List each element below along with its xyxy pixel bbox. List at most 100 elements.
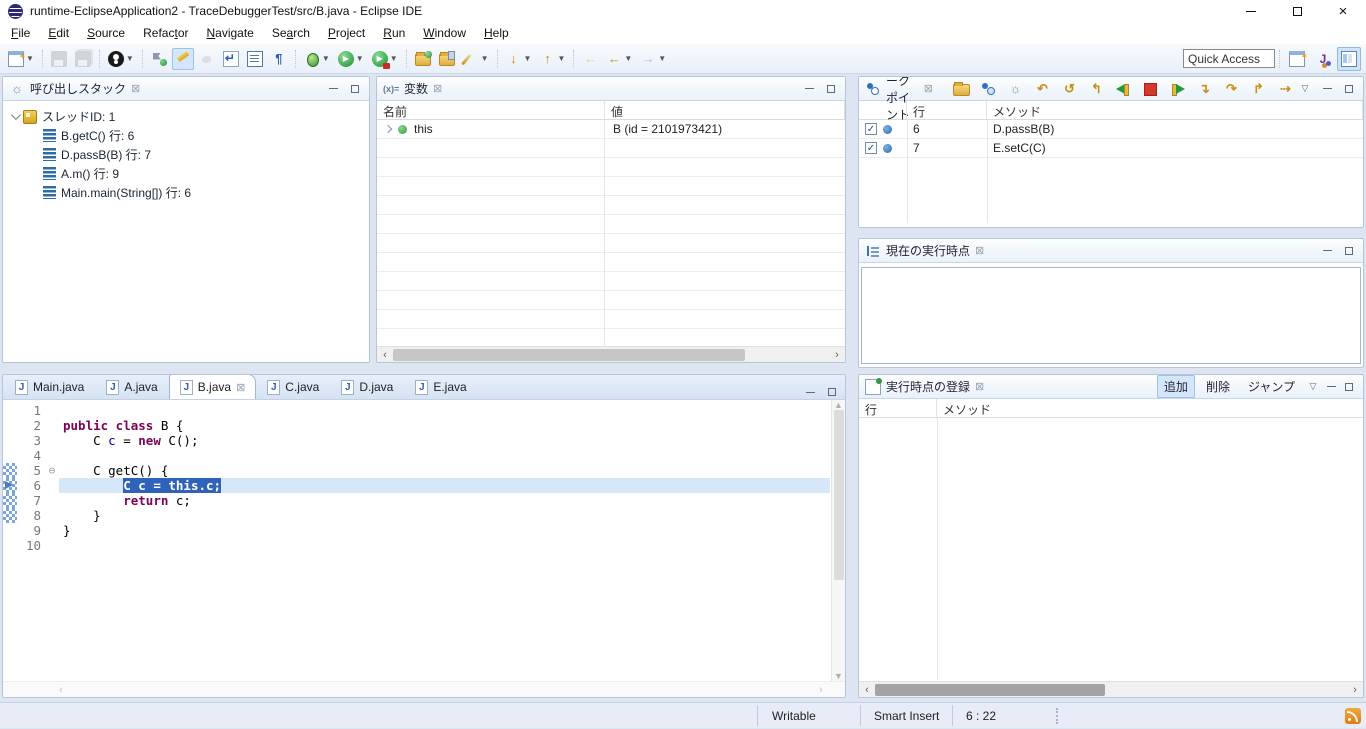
line-number[interactable]: 4 [17, 448, 45, 463]
dropdown-arrow-icon[interactable]: ▼ [26, 54, 34, 63]
code-editor[interactable]: 12public class B {3 C c = new C();45⊖ C … [3, 403, 830, 553]
annotation-ruler[interactable] [3, 403, 17, 418]
minimize-panel-button[interactable] [326, 82, 340, 96]
variables-hscrollbar[interactable]: ‹ › [377, 346, 845, 362]
step-back-over-button[interactable]: ↺ [1058, 78, 1081, 100]
line-number[interactable]: 9 [17, 523, 45, 538]
minimize-panel-button[interactable] [1320, 244, 1334, 258]
chevron-right-icon[interactable] [384, 125, 392, 133]
menu-source[interactable]: Source [78, 23, 134, 43]
current-point-tab[interactable]: 現在の実行時点 ⊠ [865, 239, 990, 263]
debug-button[interactable]: ▼ [301, 48, 333, 70]
column-header-method[interactable]: メソッド [987, 101, 1363, 119]
menu-navigate[interactable]: Navigate [197, 23, 262, 43]
annotation-ruler[interactable] [3, 493, 17, 508]
user-button[interactable]: ▼ [105, 48, 137, 70]
line-number[interactable]: 8 [17, 508, 45, 523]
close-icon[interactable]: ⊠ [975, 380, 984, 393]
forward-button[interactable]: →▼ [637, 48, 669, 70]
menu-project[interactable]: Project [319, 23, 374, 43]
open-resource-button[interactable] [436, 48, 458, 70]
dropdown-arrow-icon[interactable]: ▼ [524, 54, 532, 63]
save-button[interactable] [48, 48, 70, 70]
code-line[interactable]: 3 C c = new C(); [3, 433, 830, 448]
editor-hscrollbar[interactable]: ‹ › [3, 681, 845, 697]
variable-row[interactable]: thisB (id = 2101973421) [377, 120, 845, 139]
code-line[interactable]: 9} [3, 523, 830, 538]
line-number[interactable]: 10 [17, 538, 45, 553]
resume-forward-button[interactable] [1166, 78, 1189, 100]
line-number[interactable]: 5 [17, 463, 45, 478]
editor-tab[interactable]: J Main.java [4, 374, 95, 399]
step-back-return-button[interactable]: ↰ [1085, 78, 1108, 100]
editor-tab[interactable]: J D.java [330, 374, 404, 399]
line-number[interactable]: 1 [17, 403, 45, 418]
open-perspective-button[interactable] [1285, 47, 1309, 71]
editor-tab[interactable]: J A.java [95, 374, 168, 399]
view-menu-icon[interactable]: ▽ [1306, 380, 1320, 394]
menu-help[interactable]: Help [475, 23, 518, 43]
menu-refactor[interactable]: Refactor [134, 23, 197, 43]
minimize-panel-button[interactable] [1324, 380, 1338, 394]
trace-flag-button[interactable] [148, 48, 170, 70]
stack-frame-row[interactable]: B.getC() 行: 6 [3, 126, 369, 145]
code-line[interactable]: 5⊖ C getC() { [3, 463, 830, 478]
back-button[interactable]: ←▼ [603, 48, 635, 70]
dropdown-arrow-icon[interactable]: ▼ [557, 54, 565, 63]
statusbar-drag-handle[interactable] [1056, 708, 1059, 724]
dropdown-arrow-icon[interactable]: ▼ [126, 54, 134, 63]
minimize-panel-button[interactable] [802, 82, 816, 96]
quick-access-input[interactable] [1183, 49, 1275, 68]
code-line[interactable]: 7 return c; [3, 493, 830, 508]
annotation-ruler[interactable] [3, 478, 17, 493]
run-to-line-button[interactable]: ⇢ [1274, 78, 1297, 100]
dropdown-arrow-icon[interactable]: ▼ [390, 54, 398, 63]
step-back-into-button[interactable]: ↶ [1031, 78, 1054, 100]
code-line[interactable]: 8 } [3, 508, 830, 523]
dropdown-arrow-icon[interactable]: ▼ [356, 54, 364, 63]
run-coverage-button[interactable]: ▼ [369, 48, 401, 70]
menu-run[interactable]: Run [374, 23, 414, 43]
registration-action-button[interactable]: 削除 [1199, 375, 1237, 398]
outline-button[interactable] [244, 48, 266, 70]
next-annotation-button[interactable]: ↓▼ [503, 48, 535, 70]
line-number[interactable]: 2 [17, 418, 45, 433]
close-icon[interactable]: ⊠ [433, 82, 442, 95]
maximize-panel-button[interactable] [348, 82, 362, 96]
run-button[interactable]: ▼ [335, 48, 367, 70]
last-edit-location-button[interactable]: ← [579, 48, 601, 70]
stack-frame-row[interactable]: D.passB(B) 行: 7 [3, 145, 369, 164]
breakpoints-tab[interactable]: ブレークポイント ⊠ [865, 77, 939, 101]
breakpoint-checkbox[interactable]: ✓ [865, 142, 877, 154]
menu-edit[interactable]: Edit [39, 23, 78, 43]
close-icon[interactable]: ⊠ [975, 244, 984, 257]
dropdown-arrow-icon[interactable]: ▼ [624, 54, 632, 63]
close-icon[interactable]: ⊠ [236, 381, 245, 394]
annotation-ruler[interactable] [3, 433, 17, 448]
annotation-ruler[interactable] [3, 508, 17, 523]
column-header-line[interactable]: 行 [907, 101, 987, 119]
registration-tab[interactable]: 実行時点の登録 ⊠ [865, 375, 990, 399]
column-header-line[interactable]: 行 [859, 399, 937, 417]
annotation-ruler[interactable] [3, 463, 17, 478]
minimize-button[interactable] [1228, 0, 1274, 22]
call-stack-tab[interactable]: ☼ 呼び出しスタック ⊠ [9, 77, 146, 101]
maximize-panel-button[interactable] [825, 385, 839, 399]
annotation-ruler[interactable] [3, 418, 17, 433]
dropdown-arrow-icon[interactable]: ▼ [481, 54, 489, 63]
annotation-ruler[interactable] [3, 523, 17, 538]
mark-occurrences-button[interactable] [172, 48, 194, 70]
breakpoint-row[interactable]: ✓ 7 E.setC(C) [859, 139, 1363, 158]
editor-tab[interactable]: J B.java ⊠ [169, 374, 257, 399]
view-menu-icon[interactable]: ▽ [1298, 82, 1312, 96]
maximize-panel-button[interactable] [1342, 244, 1356, 258]
smudge-button[interactable] [196, 48, 218, 70]
annotation-ruler[interactable] [3, 538, 17, 553]
maximize-panel-button[interactable] [1342, 380, 1356, 394]
previous-annotation-button[interactable]: ↑▼ [536, 48, 568, 70]
maximize-button[interactable] [1274, 0, 1320, 22]
current-execution-line[interactable]: 6 C c = this.c; [3, 478, 830, 493]
resume-backward-button[interactable] [1112, 78, 1135, 100]
new-wizard-button[interactable]: ▼ [5, 48, 37, 70]
registration-action-button[interactable]: 追加 [1157, 375, 1195, 398]
